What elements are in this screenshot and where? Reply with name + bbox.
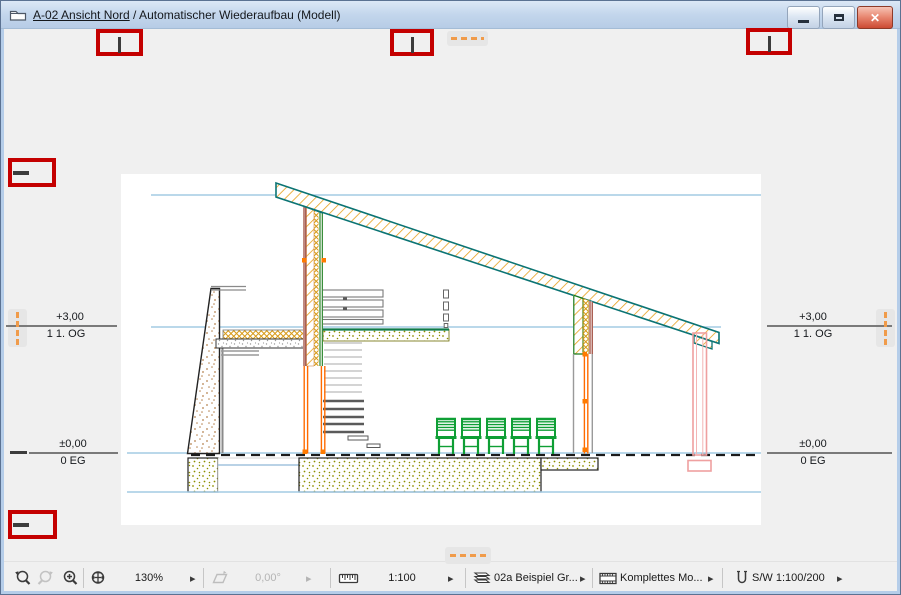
- window-title-rest: / Automatischer Wiederaufbau (Modell): [130, 8, 341, 22]
- model-view-options-value: Komplettes Mo...: [620, 572, 703, 584]
- quick-options-toolbar: 130% ▸ 0,00° ▸ 1:100 ▸: [4, 561, 897, 594]
- layer-combination-button[interactable]: [472, 562, 492, 594]
- window-title-view: A-02 Ansicht Nord: [33, 8, 130, 22]
- rotate-view-icon: [210, 568, 230, 588]
- scale-flyout-arrow[interactable]: ▸: [448, 562, 454, 594]
- highlight-box-left-upper: [8, 158, 56, 187]
- layer-combination-value: 02a Beispiel Gr...: [494, 572, 578, 584]
- close-button[interactable]: ✕: [857, 6, 893, 29]
- pink-column[interactable]: [688, 333, 711, 471]
- level-line-upper-left[interactable]: [6, 325, 117, 327]
- rotation-angle-control[interactable]: 0,00°: [232, 562, 304, 594]
- level-story-ground-left: 0 EG: [33, 455, 113, 467]
- pen-set-button[interactable]: [732, 562, 752, 594]
- level-line-ground-left[interactable]: [29, 452, 118, 454]
- marquee-dash-right-icon[interactable]: [884, 312, 887, 345]
- rotation-angle-value: 0,00°: [232, 572, 304, 584]
- section-marker-icon: [411, 37, 414, 53]
- level-story-upper-right: 1 1. OG: [771, 328, 855, 340]
- close-icon: ✕: [870, 12, 880, 24]
- chairs[interactable]: [436, 419, 557, 454]
- level-story-upper-left: 1 1. OG: [25, 328, 107, 340]
- film-strip-icon: [598, 568, 618, 588]
- model-view-flyout-arrow[interactable]: ▸: [708, 562, 714, 594]
- window-border-left: [1, 29, 4, 594]
- titlebar[interactable]: A-02 Ansicht Nord / Automatischer Wieder…: [1, 1, 900, 29]
- model-view-options-control[interactable]: Komplettes Mo...: [620, 562, 708, 594]
- window-border-right: [897, 29, 900, 594]
- pen-set-flyout-arrow[interactable]: ▸: [837, 562, 843, 594]
- zoom-in-icon: [60, 568, 80, 588]
- level-value-ground-left: ±0,00: [33, 438, 113, 450]
- pen-set-control[interactable]: S/W 1:100/200: [752, 562, 834, 594]
- window-border-bottom: [1, 591, 900, 594]
- highlight-box-left-lower: [8, 510, 57, 539]
- zoom-previous-icon: [12, 568, 32, 588]
- hanging-rod[interactable]: [444, 290, 449, 328]
- section-marker-icon: [118, 37, 121, 53]
- zoom-previous-button[interactable]: [12, 562, 32, 594]
- marquee-chip-bottom[interactable]: [445, 547, 491, 564]
- section-wall-left[interactable]: [303, 206, 323, 366]
- level-tick-ground-left: [10, 451, 27, 454]
- zoom-in-button[interactable]: [60, 562, 80, 594]
- pen-set-value: S/W 1:100/200: [752, 572, 825, 584]
- layer-combination-flyout-arrow[interactable]: ▸: [580, 562, 586, 594]
- elevation-drawing: [121, 174, 761, 525]
- fit-in-window-icon: [88, 568, 108, 588]
- layers-icon: [472, 568, 492, 588]
- marquee-dash-bottom-icon: [450, 554, 486, 557]
- section-wall-right[interactable]: [573, 295, 593, 453]
- application-window: A-02 Ansicht Nord / Automatischer Wieder…: [0, 0, 901, 595]
- drawing-canvas[interactable]: [121, 174, 761, 525]
- foundation[interactable]: [188, 458, 598, 492]
- level-value-ground-right: ±0,00: [771, 438, 855, 450]
- zoom-next-button[interactable]: [36, 562, 56, 594]
- staircase[interactable]: [323, 343, 380, 448]
- pen-set-icon: [732, 568, 752, 588]
- level-marker-icon: [13, 171, 29, 175]
- minimize-button[interactable]: [787, 6, 820, 29]
- level-value-upper-right: +3,00: [771, 311, 855, 323]
- scale-value: 1:100: [360, 572, 444, 584]
- highlight-box-top-center: [390, 29, 434, 56]
- fit-in-window-button[interactable]: [88, 562, 108, 594]
- marquee-dash-top-icon: [451, 37, 484, 40]
- left-battered-wall[interactable]: [188, 287, 247, 454]
- upper-floor-slab[interactable]: [216, 330, 449, 356]
- minimize-icon: [798, 20, 809, 23]
- folder-icon: [9, 7, 27, 23]
- window-title: A-02 Ansicht Nord / Automatischer Wieder…: [33, 8, 340, 22]
- zoom-level-value: 130%: [109, 572, 189, 584]
- section-marker-icon: [768, 36, 771, 52]
- level-story-ground-right: 0 EG: [771, 455, 855, 467]
- level-marker-icon: [13, 523, 29, 527]
- maximize-button[interactable]: [822, 6, 855, 29]
- highlight-box-top-right: [746, 28, 792, 55]
- ruler-icon: [338, 568, 360, 588]
- scale-control[interactable]: 1:100: [360, 562, 444, 594]
- zoom-next-icon: [36, 568, 56, 588]
- rotate-view-button[interactable]: [210, 562, 230, 594]
- level-line-upper-right[interactable]: [767, 325, 892, 327]
- rotation-flyout-arrow: ▸: [306, 562, 312, 594]
- level-value-upper-left: +3,00: [29, 311, 111, 323]
- model-view-options-button[interactable]: [598, 562, 618, 594]
- layer-combination-control[interactable]: 02a Beispiel Gr...: [494, 562, 580, 594]
- marquee-chip-top[interactable]: [447, 31, 488, 46]
- maximize-icon: [834, 14, 844, 21]
- marquee-dash-left-icon[interactable]: [16, 312, 19, 345]
- zoom-level-control[interactable]: 130%: [109, 562, 189, 594]
- highlight-box-top-left: [96, 29, 143, 56]
- level-line-ground-right[interactable]: [767, 452, 892, 454]
- zoom-level-flyout-arrow[interactable]: ▸: [190, 562, 196, 594]
- shelf-unit[interactable]: [321, 290, 383, 324]
- scale-button[interactable]: [338, 562, 360, 594]
